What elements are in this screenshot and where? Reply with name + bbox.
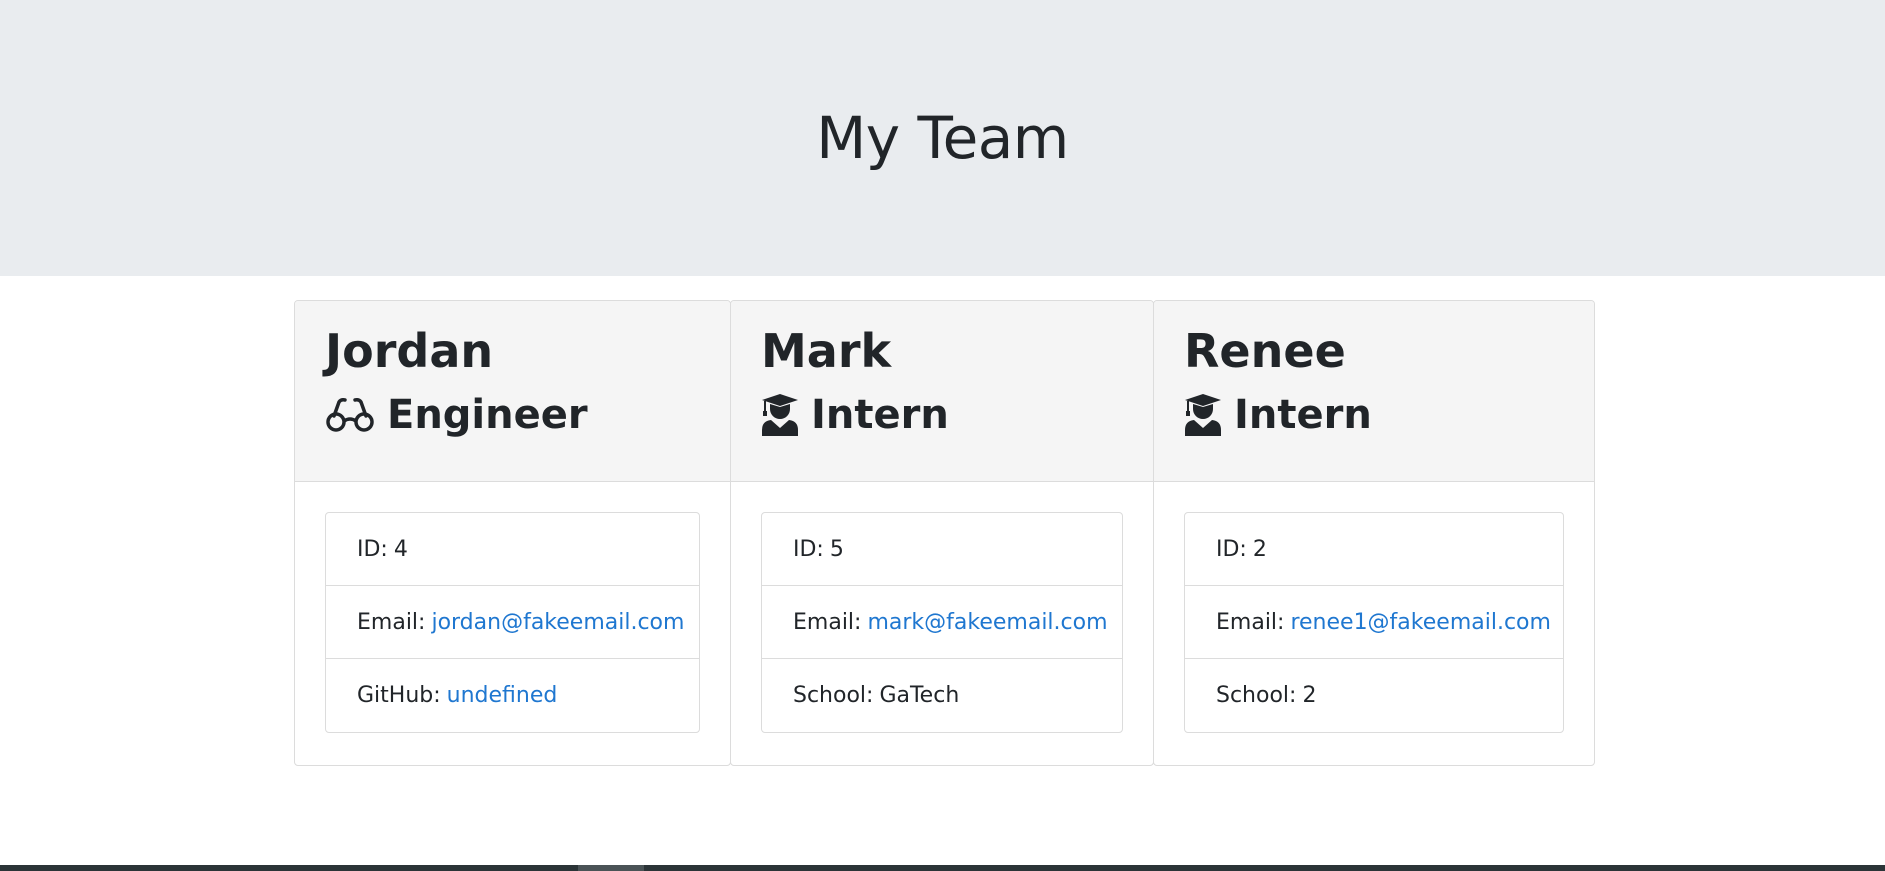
id-label: ID: [1216, 536, 1247, 562]
email-row: Email: jordan@fakeemail.com [326, 586, 699, 659]
github-link[interactable]: undefined [447, 683, 558, 708]
employee-role: Intern [761, 391, 1123, 439]
id-label: ID: [357, 536, 388, 562]
id-row: ID: 4 [326, 513, 699, 586]
school-value: 2 [1302, 683, 1317, 708]
email-link[interactable]: jordan@fakeemail.com [431, 610, 684, 635]
email-link[interactable]: renee1@fakeemail.com [1290, 610, 1550, 635]
employee-card-mark: Mark Intern ID: 5 Email: mark@fakeemail.… [730, 300, 1154, 766]
card-body: ID: 5 Email: mark@fakeemail.com School: GaT… [731, 482, 1153, 733]
employee-details: ID: 4 Email: jordan@fakeemail.com GitHub: u… [325, 512, 700, 733]
email-row: Email: renee1@fakeemail.com [1185, 586, 1563, 659]
scrollbar-thumb[interactable] [578, 865, 644, 871]
id-value: 2 [1252, 536, 1267, 562]
employee-name: Renee [1184, 324, 1346, 378]
employee-name: Mark [761, 324, 892, 378]
glasses-icon [325, 398, 375, 432]
github-row: GitHub: undefined [326, 659, 699, 732]
employee-card-jordan: Jordan Engineer ID: 4 Email: jordan@fake… [294, 300, 731, 766]
team-cards: Jordan Engineer ID: 4 Email: jordan@fake… [294, 300, 1595, 766]
school-row: School: 2 [1185, 659, 1563, 732]
id-value: 4 [393, 536, 408, 562]
employee-details: ID: 5 Email: mark@fakeemail.com School: GaT… [761, 512, 1123, 733]
role-label: Intern [1234, 392, 1372, 439]
role-label: Engineer [387, 392, 588, 439]
id-label: ID: [793, 536, 824, 562]
school-row: School: GaTech [762, 659, 1122, 732]
id-row: ID: 2 [1185, 513, 1563, 586]
card-body: ID: 2 Email: renee1@fakeemail.com School: 2 [1154, 482, 1594, 733]
employee-card-renee: Renee Intern ID: 2 Email: renee1@fakeema… [1153, 300, 1595, 766]
id-value: 5 [829, 536, 844, 562]
role-label: Intern [811, 392, 949, 439]
employee-details: ID: 2 Email: renee1@fakeemail.com School: 2 [1184, 512, 1564, 733]
card-header: Renee Intern [1154, 301, 1594, 482]
email-label: Email: [793, 609, 862, 635]
card-header: Mark Intern [731, 301, 1153, 482]
email-row: Email: mark@fakeemail.com [762, 586, 1122, 659]
school-label: School: [1216, 683, 1297, 708]
card-body: ID: 4 Email: jordan@fakeemail.com GitHub: u… [295, 482, 730, 733]
employee-name: Jordan [325, 324, 494, 378]
github-label: GitHub: [357, 683, 441, 708]
school-value: GaTech [879, 683, 960, 708]
email-link[interactable]: mark@fakeemail.com [867, 610, 1107, 635]
school-label: School: [793, 683, 874, 708]
employee-role: Intern [1184, 391, 1564, 439]
card-header: Jordan Engineer [295, 301, 730, 482]
employee-role: Engineer [325, 391, 700, 439]
page-title: My Team [816, 104, 1069, 172]
email-label: Email: [357, 609, 426, 635]
user-graduate-icon [1184, 394, 1222, 437]
id-row: ID: 5 [762, 513, 1122, 586]
horizontal-scrollbar[interactable] [0, 865, 1885, 871]
email-label: Email: [1216, 609, 1285, 635]
user-graduate-icon [761, 394, 799, 437]
team-header: My Team [0, 0, 1885, 276]
